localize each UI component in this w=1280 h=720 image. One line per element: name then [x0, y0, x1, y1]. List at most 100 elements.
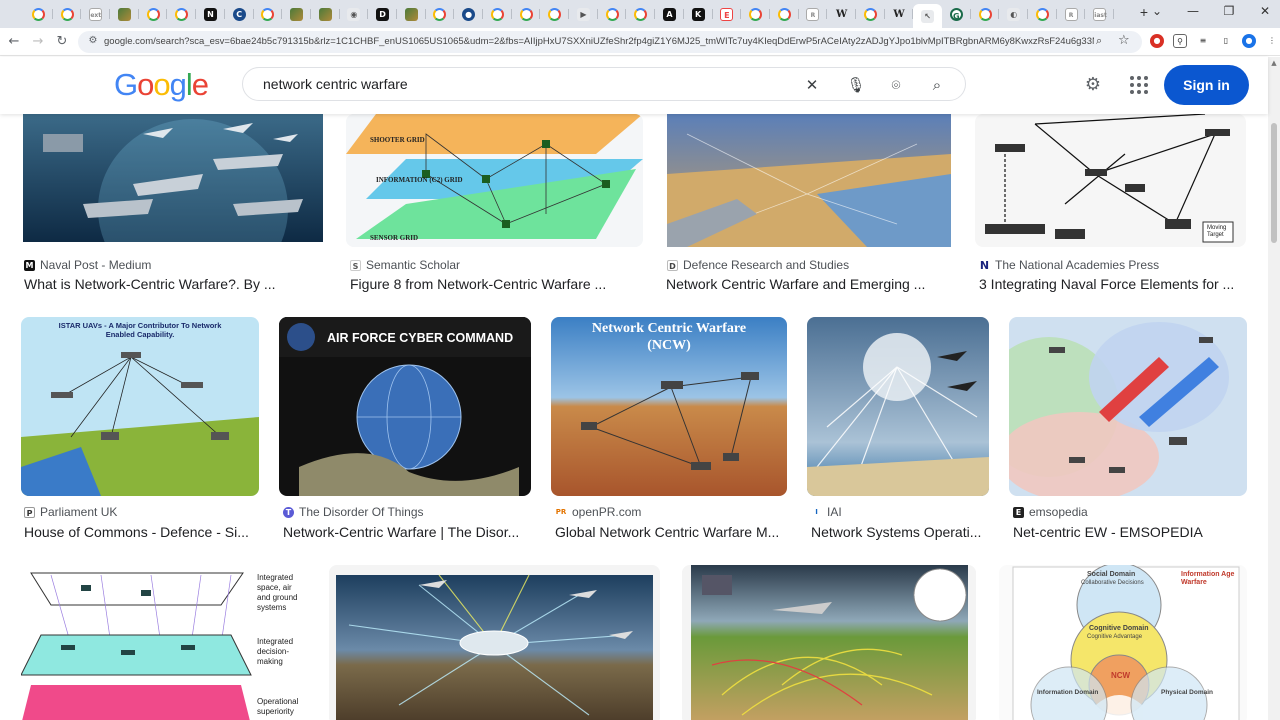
minimize-icon[interactable]: —: [1186, 4, 1200, 18]
tab-search-icon[interactable]: ⌄: [1150, 4, 1164, 18]
result-caption[interactable]: Global Network Centric Warfare M...: [555, 524, 785, 540]
result-thumbnail[interactable]: [23, 114, 323, 242]
result-thumbnail[interactable]: AIR FORCE CYBER COMMAND: [279, 317, 531, 496]
menu-kebab-icon[interactable]: ⋮: [1265, 34, 1279, 48]
result-thumbnail[interactable]: Integrated space, air and ground systems…: [21, 565, 309, 720]
site-info-icon[interactable]: ⚙: [86, 34, 100, 48]
browser-tab[interactable]: [397, 4, 426, 24]
result-thumbnail[interactable]: SHOOTER GRID INFORMATION (C2) GRID SENSO…: [346, 114, 643, 247]
bookmark-star-icon[interactable]: ☆: [1118, 33, 1130, 48]
result-caption[interactable]: What is Network-Centric Warfare?. By ...: [24, 276, 324, 292]
browser-tab[interactable]: D: [368, 4, 397, 24]
browser-tab[interactable]: [24, 4, 53, 24]
extensions-puzzle-icon[interactable]: ⚲: [1173, 34, 1187, 48]
browser-tab[interactable]: [311, 4, 340, 24]
voice-search-icon[interactable]: 🎙: [845, 74, 867, 96]
browser-tab[interactable]: [540, 4, 569, 24]
browser-tab[interactable]: [110, 4, 139, 24]
scroll-up-icon[interactable]: ▲: [1270, 59, 1278, 67]
browser-tab[interactable]: W: [885, 4, 914, 24]
browser-tab[interactable]: ↖: [913, 4, 942, 28]
browser-tab[interactable]: ▶: [569, 4, 598, 24]
result-source[interactable]: PR openPR.com: [555, 505, 641, 519]
browser-tab[interactable]: [254, 4, 283, 24]
browser-tab[interactable]: K: [684, 4, 713, 24]
result-source[interactable]: D Defence Research and Studies: [667, 258, 849, 272]
browser-tab[interactable]: [1028, 4, 1057, 24]
google-logo[interactable]: Google: [114, 67, 209, 103]
browser-tab[interactable]: C: [225, 4, 254, 24]
result-source[interactable]: M Naval Post - Medium: [24, 258, 151, 272]
scrollbar-thumb[interactable]: [1271, 123, 1277, 243]
address-bar[interactable]: ⚙ google.com/search?sca_esv=6bae24b5c791…: [78, 31, 1142, 53]
search-icon[interactable]: ⌕: [926, 74, 948, 96]
result-source[interactable]: P Parliament UK: [24, 505, 117, 519]
browser-tab[interactable]: [139, 4, 168, 24]
settings-gear-icon[interactable]: ⚙: [1082, 74, 1104, 96]
close-window-icon[interactable]: ✕: [1258, 4, 1272, 18]
back-icon[interactable]: ←: [6, 34, 22, 50]
result-source[interactable]: E emsopedia: [1013, 505, 1088, 519]
browser-tab[interactable]: ◉: [340, 4, 369, 24]
result-thumbnail[interactable]: Social Domain Collaborative Decisions In…: [999, 565, 1247, 720]
search-box[interactable]: network centric warfare ✕ 🎙 ⌾ ⌕: [242, 67, 966, 101]
result-thumbnail[interactable]: Network Centric Warfare (NCW): [551, 317, 787, 496]
result-thumbnail[interactable]: [1009, 317, 1247, 496]
zoom-icon[interactable]: ⌕: [1096, 34, 1102, 48]
result-thumbnail[interactable]: [682, 565, 976, 720]
browser-tab[interactable]: [167, 4, 196, 24]
browser-tab[interactable]: [971, 4, 1000, 24]
result-thumbnail[interactable]: Moving Target: [975, 114, 1246, 247]
browser-tab[interactable]: G: [942, 4, 971, 24]
result-source[interactable]: N The National Academies Press: [979, 258, 1159, 272]
browser-tab[interactable]: [426, 4, 455, 24]
sign-in-button[interactable]: Sign in: [1164, 65, 1249, 105]
browser-tab[interactable]: W: [827, 4, 856, 24]
browser-tab[interactable]: ext: [81, 4, 110, 24]
result-source[interactable]: I IAI: [811, 505, 842, 519]
result-source[interactable]: S Semantic Scholar: [350, 258, 460, 272]
google-apps-icon[interactable]: [1130, 76, 1148, 94]
search-input[interactable]: network centric warfare: [263, 76, 783, 92]
browser-tab[interactable]: R: [799, 4, 828, 24]
result-thumbnail[interactable]: [667, 114, 951, 247]
browser-tab[interactable]: [770, 4, 799, 24]
clear-search-icon[interactable]: ✕: [801, 74, 823, 96]
browser-tab[interactable]: E: [713, 4, 742, 24]
sidebar-icon[interactable]: ▯: [1219, 34, 1233, 48]
browser-tab[interactable]: [512, 4, 541, 24]
browser-tab[interactable]: [282, 4, 311, 24]
extension-record-icon[interactable]: ●: [1150, 34, 1164, 48]
result-thumbnail[interactable]: [807, 317, 989, 496]
result-caption[interactable]: Network Systems Operati...: [811, 524, 989, 540]
browser-tab[interactable]: A: [655, 4, 684, 24]
lens-search-icon[interactable]: ⌾: [885, 74, 907, 96]
result-caption[interactable]: Net-centric EW - EMSOPEDIA: [1013, 524, 1243, 540]
result-caption[interactable]: Network Centric Warfare and Emerging ...: [666, 276, 951, 292]
media-control-icon[interactable]: ≡: [1196, 34, 1210, 48]
restore-icon[interactable]: ❐: [1222, 4, 1236, 18]
result-caption[interactable]: 3 Integrating Naval Force Elements for .…: [979, 276, 1247, 292]
reload-icon[interactable]: ↻: [54, 34, 70, 50]
browser-tab[interactable]: R: [1057, 4, 1086, 24]
page-scrollbar[interactable]: ▲: [1268, 57, 1280, 720]
browser-tab[interactable]: N: [196, 4, 225, 24]
result-thumbnail[interactable]: ISTAR UAVs - A Major Contributor To Netw…: [21, 317, 259, 496]
result-caption[interactable]: Figure 8 from Network-Centric Warfare ..…: [350, 276, 645, 292]
browser-tab[interactable]: [856, 4, 885, 24]
browser-tab[interactable]: [483, 4, 512, 24]
forward-icon[interactable]: →: [30, 34, 46, 50]
result-caption[interactable]: Network-Centric Warfare | The Disor...: [283, 524, 528, 540]
profile-avatar-icon[interactable]: ●: [1242, 34, 1256, 48]
browser-tab[interactable]: [741, 4, 770, 24]
result-caption[interactable]: House of Commons - Defence - Si...: [24, 524, 250, 540]
browser-tab[interactable]: [598, 4, 627, 24]
browser-tab[interactable]: ◐: [999, 4, 1028, 24]
result-thumbnail[interactable]: [329, 565, 660, 720]
result-source[interactable]: T The Disorder Of Things: [283, 505, 424, 519]
browser-tab[interactable]: [53, 4, 82, 24]
url-text[interactable]: google.com/search?sca_esv=6bae24b5c79131…: [104, 35, 1094, 49]
browser-tab[interactable]: [626, 4, 655, 24]
browser-tab[interactable]: ●: [454, 4, 483, 24]
browser-tab[interactable]: iast: [1085, 4, 1114, 24]
